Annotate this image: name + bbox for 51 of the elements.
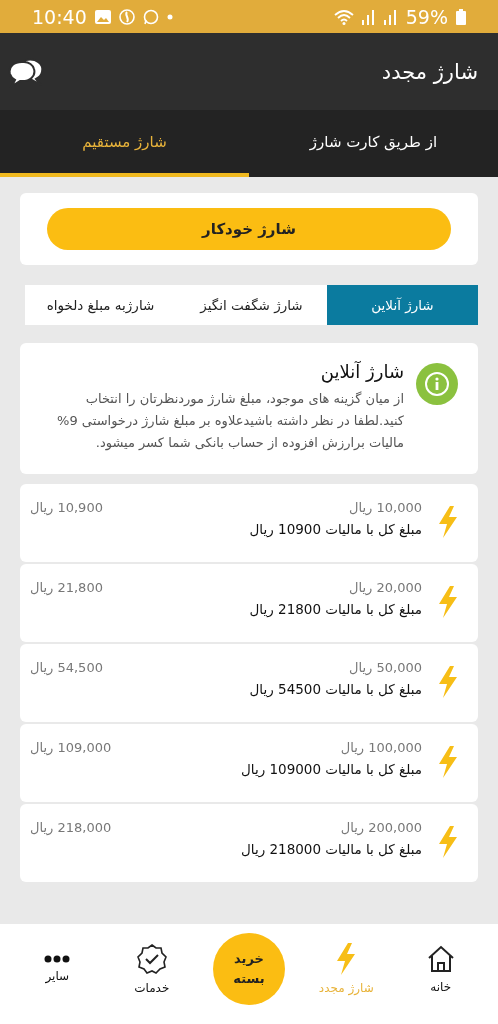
price-text: 21,800 ریال bbox=[30, 580, 103, 595]
signal-icon bbox=[383, 8, 398, 25]
amount-text: 200,000 ریال bbox=[340, 820, 422, 835]
buy-package-button[interactable]: خرید بسته bbox=[213, 933, 285, 1005]
package-item[interactable]: 20,000 ریال مبلغ کل با مالیات 21800 ریال 21,800 ریال bbox=[20, 564, 478, 642]
info-text: از میان گزینه های موجود، مبلغ شارژ موردنظرتان را انتخاب کنید.لطفا در نظر داشته باشیدعلاوه بر مبلغ شارژ درخواستی 9% مالیات برارزش افزوده از حساب بانکی شما کسر میشود. bbox=[56, 390, 404, 453]
chat-icon bbox=[142, 8, 159, 25]
screen-title: شارژ مجدد bbox=[381, 59, 478, 84]
nav-item[interactable]: خانه bbox=[393, 944, 488, 994]
amount-text: 50,000 ریال bbox=[349, 660, 422, 675]
total-text: مبلغ کل با مالیات 54500 ریال bbox=[249, 681, 422, 697]
battery-percent: 59% bbox=[405, 5, 448, 28]
clock: 10:40 bbox=[32, 5, 87, 28]
more-icon bbox=[44, 955, 71, 963]
total-text: مبلغ کل با مالیات 10900 ریال bbox=[249, 521, 422, 537]
price-text: 10,900 ریال bbox=[30, 500, 103, 515]
segment-tab[interactable]: شارژ آنلاین bbox=[327, 285, 478, 325]
package-item[interactable]: 50,000 ریال مبلغ کل با مالیات 54500 ریال 54,500 ریال bbox=[20, 644, 478, 722]
auto-charge-button[interactable]: شارژ خودکار bbox=[47, 208, 451, 250]
total-text: مبلغ کل با مالیات 218000 ریال bbox=[240, 841, 422, 857]
nav-item[interactable]: خدمات bbox=[104, 943, 199, 995]
price-text: 54,500 ریال bbox=[30, 660, 103, 675]
dot-icon bbox=[166, 13, 173, 20]
signal-icon bbox=[361, 8, 376, 25]
tab[interactable]: از طریق کارت شارژ bbox=[249, 110, 498, 177]
lightning-icon bbox=[436, 506, 460, 538]
wifi-icon bbox=[333, 8, 354, 25]
info-icon bbox=[416, 363, 458, 405]
app-icon bbox=[118, 8, 135, 25]
info-title: شارژ آنلاین bbox=[319, 361, 404, 382]
tab[interactable]: شارژ مستقیم bbox=[0, 110, 249, 177]
total-text: مبلغ کل با مالیات 109000 ریال bbox=[240, 761, 422, 777]
segment-tab[interactable]: شارژ شگفت انگیز bbox=[176, 285, 327, 325]
nav-item[interactable]: سایر bbox=[10, 955, 105, 983]
lightning-icon bbox=[436, 746, 460, 778]
price-text: 218,000 ریال bbox=[30, 820, 112, 835]
package-item[interactable]: 10,000 ریال مبلغ کل با مالیات 10900 ریال 10,900 ریال bbox=[20, 484, 478, 562]
battery-icon bbox=[456, 8, 466, 25]
package-item[interactable]: 200,000 ریال مبلغ کل با مالیات 218000 ریال 218,000 ریال bbox=[20, 804, 478, 882]
amount-text: 100,000 ریال bbox=[340, 740, 422, 755]
price-text: 109,000 ریال bbox=[30, 740, 112, 755]
amount-text: 10,000 ریال bbox=[349, 500, 422, 515]
total-text: مبلغ کل با مالیات 21800 ریال bbox=[249, 601, 422, 617]
package-item[interactable]: 100,000 ریال مبلغ کل با مالیات 109000 ریال 109,000 ریال bbox=[20, 724, 478, 802]
amount-text: 20,000 ریال bbox=[349, 580, 422, 595]
segment-tab[interactable]: شارژبه مبلغ دلخواه bbox=[25, 285, 176, 325]
lightning-icon bbox=[436, 826, 460, 858]
badge-check-icon bbox=[135, 943, 168, 975]
image-icon bbox=[94, 9, 111, 24]
lightning-icon bbox=[436, 666, 460, 698]
lightning-icon bbox=[436, 586, 460, 618]
